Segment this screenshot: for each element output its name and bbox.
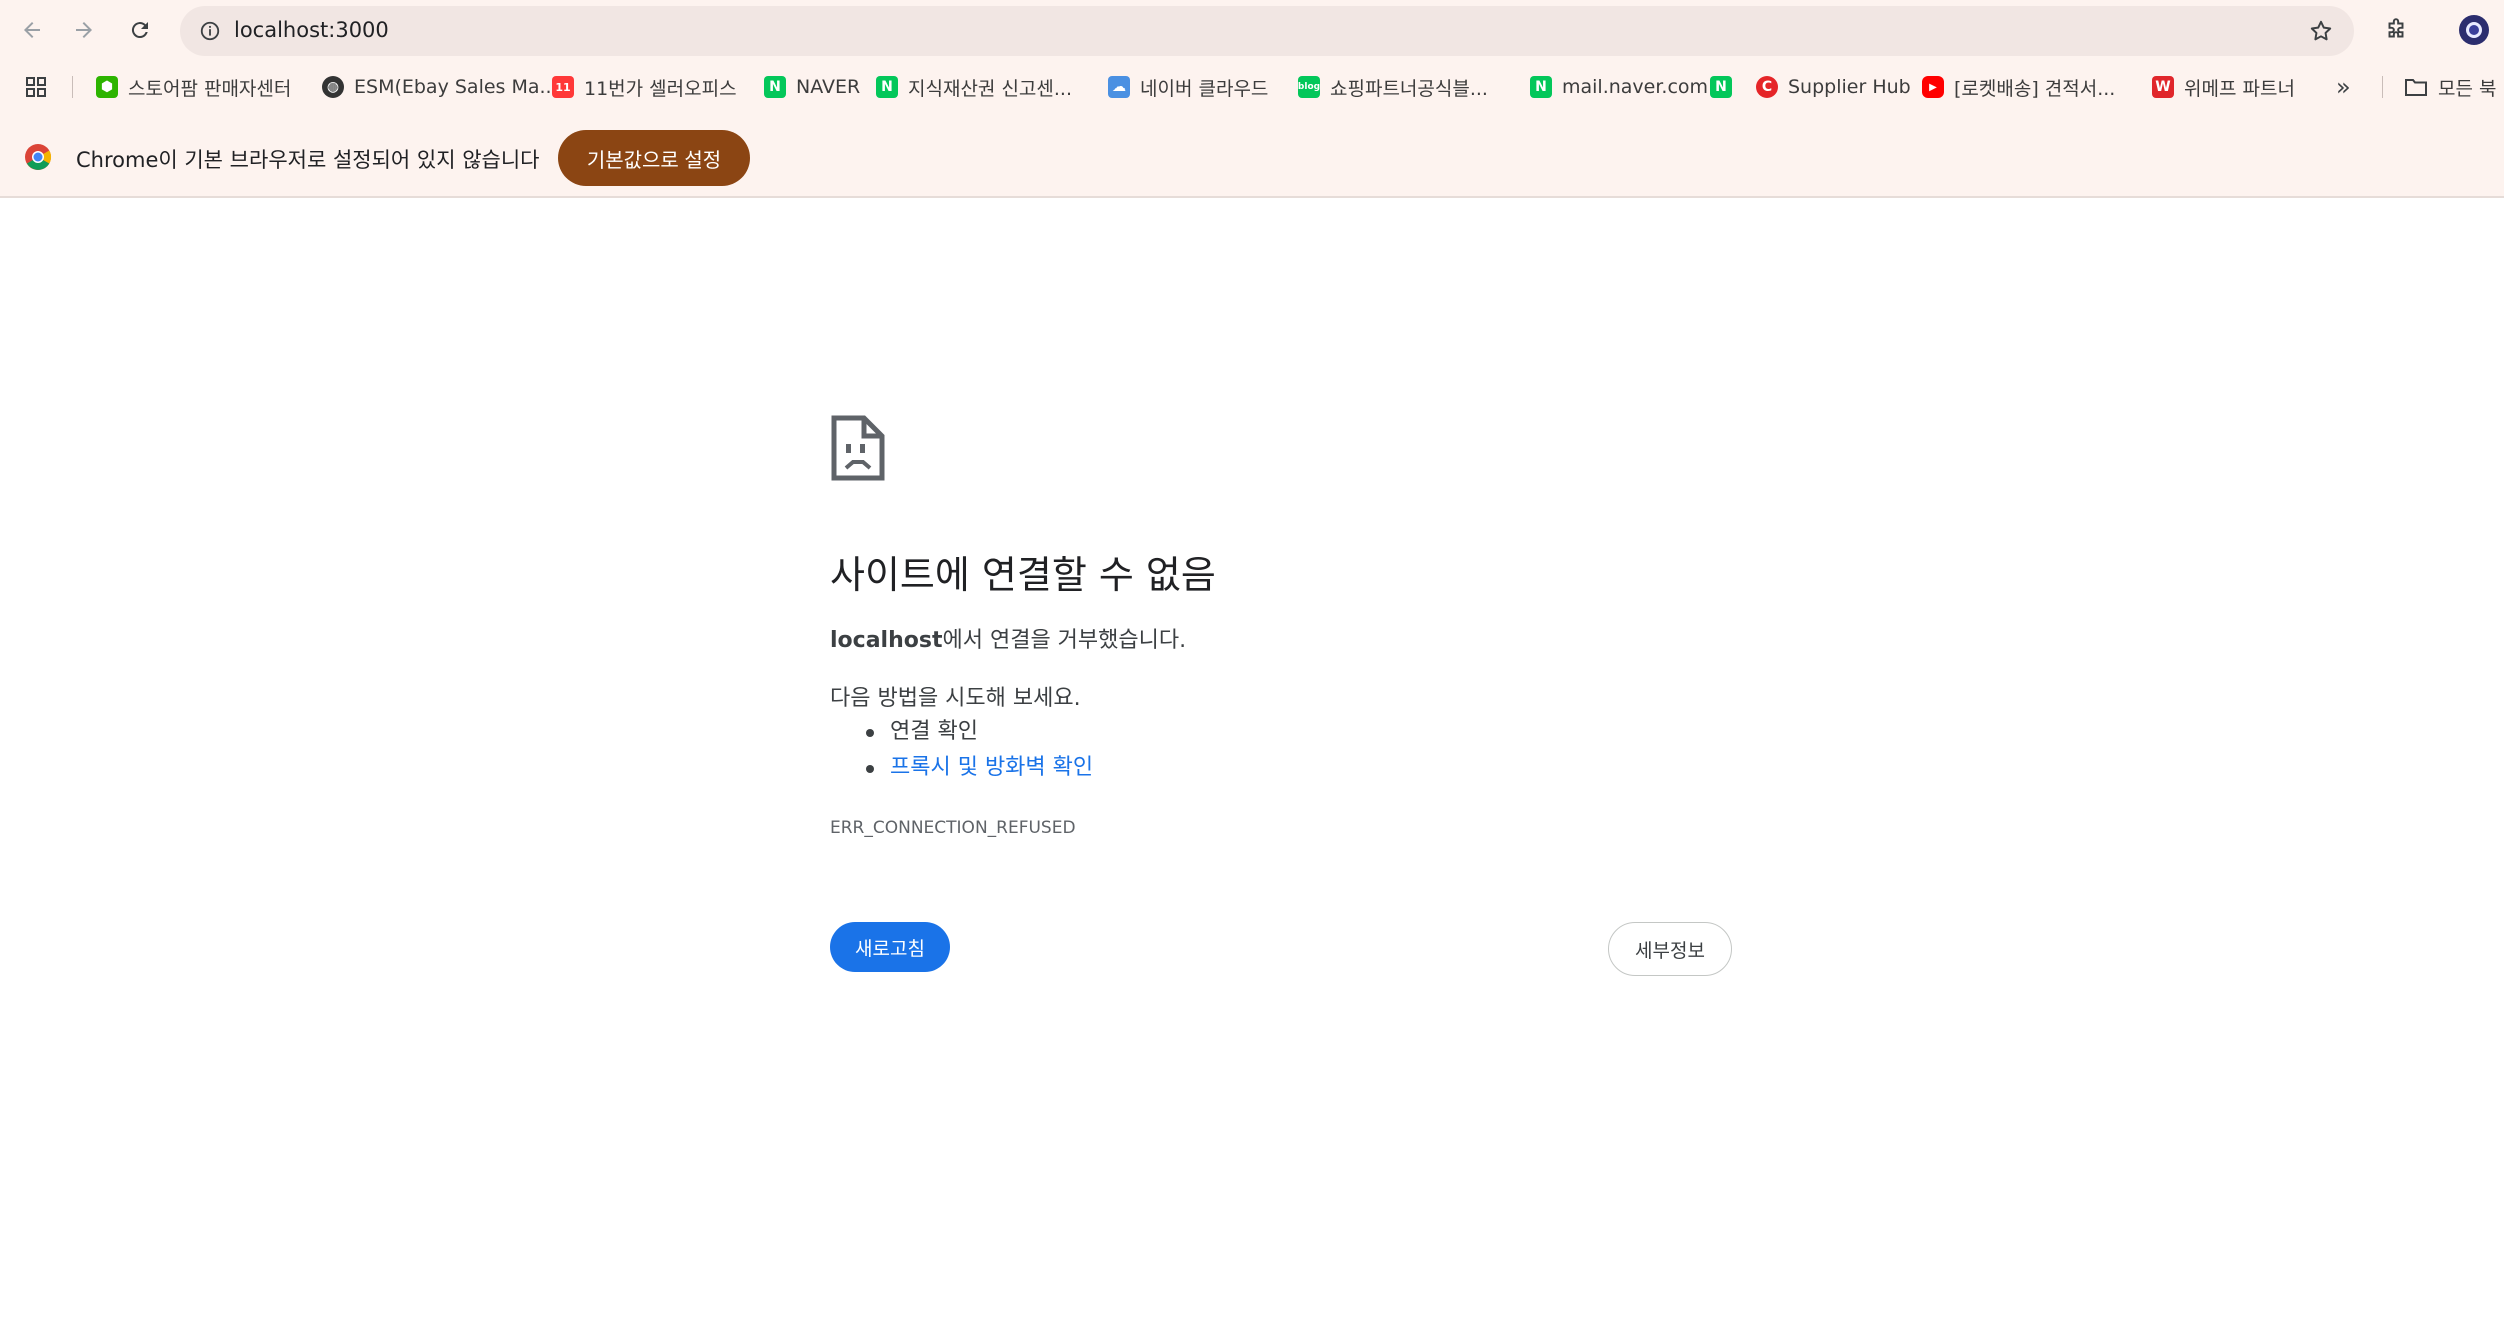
suggestion-check-connection: 연결 확인 xyxy=(866,714,1093,750)
bookmark-label: mail.naver.com xyxy=(1562,76,1709,98)
browser-chrome: localhost:3000 ⬢ 스토어팜 판매자센터 ◍ ESM(Ebay S… xyxy=(0,0,2504,198)
refresh-icon xyxy=(131,22,148,39)
bookmark-label: 스토어팜 판매자센터 xyxy=(128,77,292,100)
sad-page-icon xyxy=(831,415,885,481)
bookmark-label: Supplier Hub xyxy=(1788,76,1911,98)
bookmark-label: 11번가 셀러오피스 xyxy=(584,77,737,100)
error-title: 사이트에 연결할 수 없음 xyxy=(830,553,1216,597)
address-bar[interactable]: localhost:3000 xyxy=(180,6,2354,56)
error-host-suffix: 에서 연결을 거부했습니다. xyxy=(942,628,1187,653)
bookmark-item[interactable]: ▶ [로켓배송] 견적서... xyxy=(1922,72,2115,102)
bookmark-item[interactable]: ◍ ESM(Ebay Sales Ma... xyxy=(322,72,558,102)
naver-icon: N xyxy=(876,76,898,98)
forward-button[interactable] xyxy=(64,10,104,50)
url-text[interactable]: localhost:3000 xyxy=(234,18,389,42)
forward-arrow-icon xyxy=(76,22,92,38)
back-arrow-icon xyxy=(24,22,40,38)
naver-icon: N xyxy=(764,76,786,98)
reload-button[interactable]: 새로고침 xyxy=(830,922,950,972)
coupang-icon: C xyxy=(1756,76,1778,98)
globe-icon: ◍ xyxy=(322,76,344,98)
bookmark-label: 위메프 파트너 xyxy=(2184,77,2295,100)
reload-toolbar-button[interactable] xyxy=(120,10,160,50)
proxy-firewall-link[interactable]: 프록시 및 방화벽 확인 xyxy=(890,755,1093,780)
blog-icon: blog xyxy=(1298,76,1320,98)
bookmark-item[interactable]: 11 11번가 셀러오피스 xyxy=(552,72,737,102)
site-info-icon[interactable] xyxy=(196,17,224,45)
chrome-logo-icon xyxy=(25,144,52,170)
back-button[interactable] xyxy=(12,10,52,50)
folder-label: 모든 북 xyxy=(2438,77,2497,100)
bookmark-item[interactable]: N NAVER xyxy=(764,72,860,102)
bookmark-item[interactable]: ☁ 네이버 클라우드 xyxy=(1108,72,1268,102)
set-default-button[interactable]: 기본값으로 설정 xyxy=(558,130,750,186)
11st-icon: 11 xyxy=(552,76,574,98)
youtube-icon: ▶ xyxy=(1922,76,1944,98)
bookmark-label: 지식재산권 신고센... xyxy=(908,77,1072,100)
infobar-message: Chrome이 기본 브라우저로 설정되어 있지 않습니다 xyxy=(76,148,540,172)
error-description: localhost에서 연결을 거부했습니다. xyxy=(830,622,1186,654)
wemakeprice-icon: W xyxy=(2152,76,2174,98)
extensions-button[interactable] xyxy=(2376,10,2416,50)
bookmarks-divider xyxy=(2382,76,2383,98)
details-button[interactable]: 세부정보 xyxy=(1608,922,1732,976)
profile-avatar[interactable] xyxy=(2454,10,2494,50)
default-browser-infobar: Chrome이 기본 브라우저로 설정되어 있지 않습니다 기본값으로 설정 xyxy=(0,118,2504,198)
avatar-icon xyxy=(2459,15,2489,45)
suggestions-list: 연결 확인 프록시 및 방화벽 확인 xyxy=(866,714,1093,786)
bookmark-item[interactable]: N xyxy=(1710,72,1732,102)
bookmark-label: 네이버 클라우드 xyxy=(1140,77,1269,100)
bookmark-item[interactable]: W 위메프 파트너 xyxy=(2152,72,2295,102)
apps-button[interactable] xyxy=(24,72,48,102)
bookmark-label: 쇼핑파트너공식블... xyxy=(1330,77,1488,100)
bookmark-item[interactable]: ⬢ 스토어팜 판매자센터 xyxy=(96,72,291,102)
bookmark-item[interactable]: N 지식재산권 신고센... xyxy=(876,72,1072,102)
bookmark-star-icon[interactable] xyxy=(2306,16,2336,46)
bookmarks-bar: ⬢ 스토어팜 판매자센터 ◍ ESM(Ebay Sales Ma... 11 1… xyxy=(0,64,2504,108)
bookmark-label: NAVER xyxy=(796,76,861,98)
bookmark-item[interactable]: C Supplier Hub xyxy=(1756,72,1911,102)
folder-icon xyxy=(2405,79,2427,96)
bookmark-item[interactable]: N mail.naver.com xyxy=(1530,72,1708,102)
naver-icon: N xyxy=(1710,76,1732,98)
bookmark-label: [로켓배송] 견적서... xyxy=(1954,77,2116,100)
chevron-double-right-icon: » xyxy=(2336,73,2351,101)
toolbar: localhost:3000 xyxy=(0,0,2504,62)
apps-grid-icon xyxy=(26,77,46,97)
bookmark-label: ESM(Ebay Sales Ma... xyxy=(354,76,558,98)
bookmarks-divider xyxy=(72,76,73,98)
naver-icon: N xyxy=(1530,76,1552,98)
suggestions-heading: 다음 방법을 시도해 보세요. xyxy=(830,686,1081,711)
suggestion-check-proxy[interactable]: 프록시 및 방화벽 확인 xyxy=(866,750,1093,786)
error-host: localhost xyxy=(830,628,943,653)
storefarm-icon: ⬢ xyxy=(96,76,118,98)
naver-cloud-icon: ☁ xyxy=(1108,76,1130,98)
bookmark-item[interactable]: blog 쇼핑파트너공식블... xyxy=(1298,72,1488,102)
more-bookmarks-button[interactable]: » xyxy=(2336,72,2351,102)
all-bookmarks-folder[interactable]: 모든 북 xyxy=(2404,72,2496,102)
error-code: ERR_CONNECTION_REFUSED xyxy=(830,818,1076,838)
puzzle-icon xyxy=(2388,18,2404,38)
suggestion-text: 연결 확인 xyxy=(890,719,978,744)
